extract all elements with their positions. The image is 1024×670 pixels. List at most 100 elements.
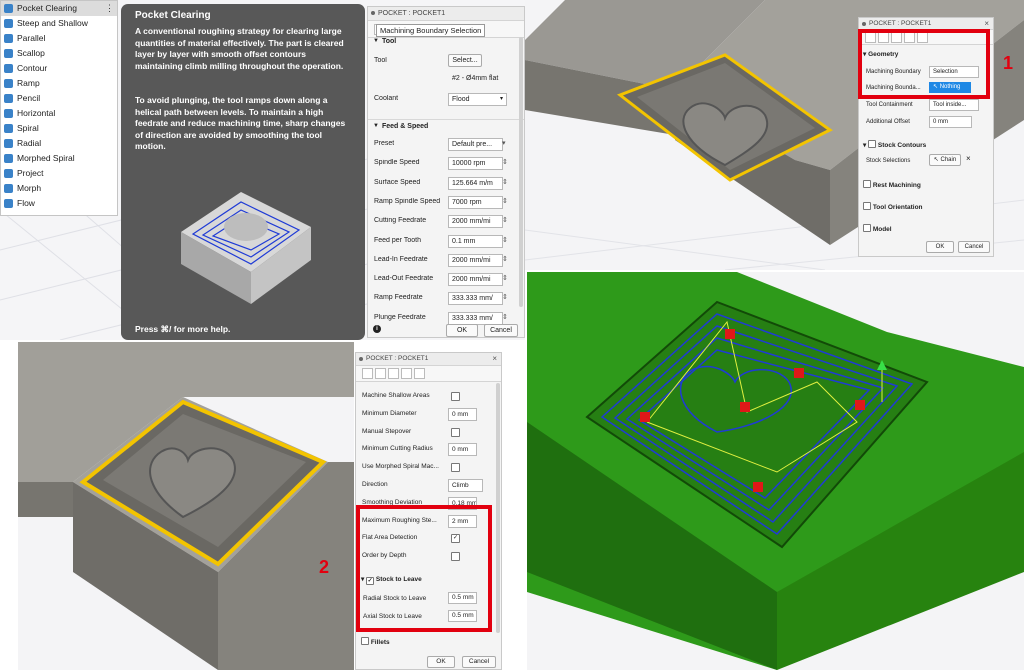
stepper-icon[interactable]: ⇕: [502, 293, 508, 301]
field-select[interactable]: Climb: [448, 479, 483, 492]
stepper-icon[interactable]: ⇕: [502, 274, 508, 282]
ok-button[interactable]: OK: [446, 324, 478, 337]
field-input[interactable]: 125.664 m/m: [448, 176, 503, 190]
fillets-section[interactable]: Fillets: [361, 636, 390, 646]
viewport-toolpath[interactable]: [527, 272, 1024, 670]
menu-item-horizontal[interactable]: Horizontal: [1, 106, 117, 121]
model-section[interactable]: Model: [863, 223, 892, 233]
tab-passes[interactable]: [401, 368, 412, 379]
menu-item-scallop[interactable]: Scallop: [1, 46, 117, 61]
field-label: Spindle Speed: [374, 159, 420, 167]
feed-speed-section[interactable]: Feed & Speed ▼: [368, 119, 524, 136]
stepper-icon[interactable]: ⇕: [502, 236, 508, 244]
tab-linking[interactable]: [414, 368, 425, 379]
tooltip-paragraph-2: To avoid plunging, the tool ramps down a…: [135, 95, 346, 151]
coolant-select[interactable]: Flood: [448, 93, 507, 106]
panel-title-bar: POCKET : POCKET1: [368, 7, 524, 21]
field-label: Minimum Diameter: [362, 409, 417, 417]
menu-item-pencil[interactable]: Pencil: [1, 91, 117, 106]
menu-item-parallel[interactable]: Parallel: [1, 31, 117, 46]
cancel-button[interactable]: Cancel: [484, 324, 518, 337]
strategy-icon: [4, 154, 13, 163]
menu-item-pocket-clearing[interactable]: Pocket Clearing: [1, 1, 117, 16]
tab-heights[interactable]: [388, 368, 399, 379]
field-input[interactable]: 0 mm: [448, 443, 477, 457]
ok-button[interactable]: OK: [926, 241, 954, 253]
stepper-icon[interactable]: ⇕: [502, 255, 508, 263]
menu-item-contour[interactable]: Contour: [1, 61, 117, 76]
stepper-icon[interactable]: ⇕: [502, 216, 508, 224]
callout-box-2: [356, 505, 492, 632]
menu-item-label: Flow: [17, 198, 35, 208]
field-checkbox[interactable]: [451, 463, 460, 473]
feed-row: Spindle Speed 10000 rpm ⇕: [368, 156, 524, 172]
clear-selection-icon[interactable]: ×: [966, 154, 971, 163]
strategy-icon: [4, 19, 13, 28]
stepper-icon[interactable]: ⇕: [502, 197, 508, 205]
stock-contours-section[interactable]: ▾ Stock Contours: [863, 139, 926, 149]
menu-item-label: Radial: [17, 138, 42, 148]
field-input[interactable]: Default pre...: [448, 138, 503, 151]
cancel-button[interactable]: Cancel: [462, 656, 496, 668]
tool-description: #2 - Ø4mm flat: [452, 75, 499, 82]
field-input[interactable]: 7000 rpm: [448, 195, 503, 209]
ok-button[interactable]: OK: [427, 656, 455, 668]
tool-orientation-section[interactable]: Tool Orientation: [863, 201, 923, 211]
stock-contours-checkbox[interactable]: [868, 140, 877, 148]
panel-scrollbar[interactable]: [519, 37, 523, 307]
field-input[interactable]: 2000 mm/mi: [448, 215, 503, 229]
cancel-button[interactable]: Cancel: [958, 241, 990, 253]
stepper-icon[interactable]: ⇕: [502, 313, 508, 321]
field-input[interactable]: 0.1 mm: [448, 234, 503, 248]
field-input[interactable]: 333.333 mm/: [448, 311, 503, 325]
strategy-icon: [4, 79, 13, 88]
menu-item-morph[interactable]: Morph: [1, 181, 117, 196]
passes-row: Machine Shallow Areas: [356, 389, 501, 405]
field-label: Cutting Feedrate: [374, 217, 427, 225]
menu-item-ramp[interactable]: Ramp: [1, 76, 117, 91]
additional-offset-input[interactable]: 0 mm: [929, 116, 972, 128]
tab-geometry[interactable]: [375, 368, 386, 379]
panel-scrollbar[interactable]: [496, 383, 500, 633]
menu-item-spiral[interactable]: Spiral: [1, 121, 117, 136]
stepper-icon[interactable]: ⇕: [502, 158, 508, 166]
field-checkbox[interactable]: [451, 427, 460, 437]
strategy-icon: [4, 124, 13, 133]
tool-section[interactable]: Tool ▼: [368, 35, 524, 51]
rest-machining-section[interactable]: Rest Machining: [863, 179, 921, 189]
menu-item-project[interactable]: Project: [1, 166, 117, 181]
field-input[interactable]: 333.333 mm/: [448, 292, 503, 306]
tab-tool[interactable]: [362, 368, 373, 379]
field-label: Minimum Cutting Radius: [362, 445, 433, 453]
menu-more-icon[interactable]: ⋮: [105, 3, 114, 14]
menu-item-morphed-spiral[interactable]: Morphed Spiral: [1, 151, 117, 166]
stepper-icon[interactable]: ⇕: [502, 178, 508, 186]
strategy-icon: [4, 64, 13, 73]
field-checkbox[interactable]: [451, 392, 460, 401]
passes-row: Minimum Cutting Radius 0 mm: [356, 442, 501, 458]
field-input[interactable]: 2000 mm/mi: [448, 253, 503, 267]
viewport-bottom-left[interactable]: [18, 342, 354, 670]
menu-item-steep-and-shallow[interactable]: Steep and Shallow: [1, 16, 117, 31]
dropdown-arrow-icon[interactable]: ▾: [502, 139, 506, 147]
field-input[interactable]: 2000 mm/mi: [448, 273, 503, 287]
field-input[interactable]: 10000 rpm: [448, 157, 503, 171]
field-label: Lead-Out Feedrate: [374, 275, 434, 283]
tool-select-button[interactable]: Select...: [448, 54, 482, 67]
chain-button[interactable]: ↖ Chain: [929, 154, 961, 166]
field-label: Use Morphed Spiral Mac...: [362, 463, 439, 471]
strategy-menu: Pocket Clearing Steep and Shallow Parallel…: [0, 0, 118, 216]
menu-item-label: Spiral: [17, 123, 39, 133]
strategy-icon: [4, 49, 13, 58]
menu-item-radial[interactable]: Radial: [1, 136, 117, 151]
field-label: Ramp Feedrate: [374, 294, 423, 302]
menu-item-flow[interactable]: Flow: [1, 196, 117, 211]
tool-containment-select[interactable]: Tool inside...: [929, 99, 979, 111]
info-icon[interactable]: i: [373, 325, 381, 333]
field-label: Manual Stepover: [362, 427, 412, 435]
strategy-icon: [4, 139, 13, 148]
tooltip-footer: Press ⌘/ for more help.: [135, 324, 231, 334]
menu-item-label: Steep and Shallow: [17, 18, 88, 28]
strategy-icon: [4, 109, 13, 118]
field-input[interactable]: 0 mm: [448, 407, 477, 421]
